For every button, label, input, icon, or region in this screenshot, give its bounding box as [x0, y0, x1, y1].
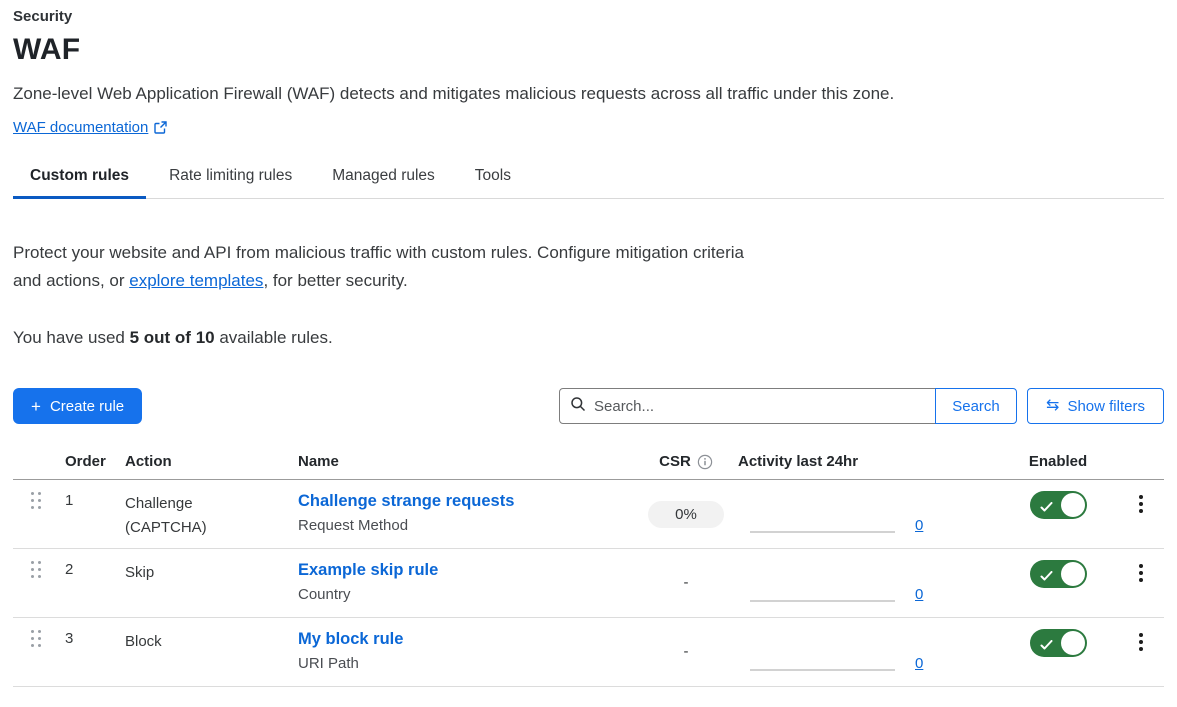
tab-rate-limiting-rules[interactable]: Rate limiting rules: [152, 167, 309, 198]
rule-row: 3 Block My block rule URI Path - 0: [13, 618, 1164, 687]
search-icon: [570, 396, 586, 417]
activity-sparkline: [750, 669, 895, 671]
rule-name-link[interactable]: Challenge strange requests: [298, 490, 514, 512]
rule-row: 1 Challenge (CAPTCHA) Challenge strange …: [13, 480, 1164, 549]
rule-order: 3: [65, 618, 125, 647]
csr-badge: 0%: [648, 501, 724, 528]
kebab-menu-icon[interactable]: [1133, 631, 1149, 653]
info-circle-icon[interactable]: [697, 454, 713, 470]
search-input[interactable]: [594, 398, 925, 415]
checkmark-icon: [1040, 500, 1053, 518]
enabled-toggle[interactable]: [1030, 491, 1087, 519]
rule-row: 2 Skip Example skip rule Country - 0: [13, 549, 1164, 618]
waf-documentation-link[interactable]: WAF documentation: [13, 119, 167, 136]
column-header-csr-label: CSR: [659, 453, 691, 470]
rule-order: 1: [65, 480, 125, 509]
toggle-knob: [1061, 631, 1085, 655]
create-rule-button[interactable]: + Create rule: [13, 388, 142, 424]
tabs: Custom rulesRate limiting rulesManaged r…: [13, 167, 1164, 199]
usage-count: 5 out of 10: [130, 328, 215, 347]
swap-arrows-icon: ⇆: [1046, 398, 1059, 414]
rule-activity-cell: 0: [738, 618, 944, 686]
waf-documentation-link-label: WAF documentation: [13, 119, 148, 136]
csr-dash: -: [684, 574, 689, 591]
rule-action: Block: [125, 618, 298, 654]
rule-name-link[interactable]: Example skip rule: [298, 559, 438, 581]
rule-name-cell: Example skip rule Country: [298, 549, 634, 605]
tab-managed-rules[interactable]: Managed rules: [315, 167, 452, 198]
search-button[interactable]: Search: [935, 388, 1017, 424]
page-description: Zone-level Web Application Firewall (WAF…: [13, 84, 1164, 104]
tab-tools[interactable]: Tools: [458, 167, 528, 198]
activity-count-link[interactable]: 0: [915, 587, 923, 602]
activity-count-link[interactable]: 0: [915, 656, 923, 671]
checkmark-icon: [1040, 638, 1053, 656]
rule-action: Challenge (CAPTCHA): [125, 480, 298, 540]
column-header-activity: Activity last 24hr: [738, 453, 944, 470]
external-link-icon: [154, 121, 167, 134]
search-box: [559, 388, 936, 424]
activity-sparkline: [750, 531, 895, 533]
csr-dash: -: [684, 643, 689, 660]
rules-toolbar: + Create rule Search ⇆ Show filt: [13, 388, 1164, 424]
usage-suffix: available rules.: [215, 328, 333, 347]
usage-prefix: You have used: [13, 328, 130, 347]
search-group: Search: [559, 388, 1017, 424]
breadcrumb: Security: [13, 8, 1164, 25]
intro-text: Protect your website and API from malici…: [13, 239, 748, 295]
column-header-enabled: Enabled: [1029, 453, 1087, 470]
usage-text: You have used 5 out of 10 available rule…: [13, 328, 1164, 348]
rules-table-header: Order Action Name CSR Activity last 24hr…: [13, 446, 1164, 480]
rule-name-cell: My block rule URI Path: [298, 618, 634, 674]
kebab-menu-icon[interactable]: [1133, 493, 1149, 515]
intro-text-after: , for better security.: [263, 271, 407, 290]
column-header-name: Name: [298, 453, 634, 470]
rule-csr-cell: -: [684, 574, 689, 592]
tab-custom-rules[interactable]: Custom rules: [13, 167, 146, 198]
show-filters-label: Show filters: [1067, 398, 1145, 415]
rule-order: 2: [65, 549, 125, 578]
checkmark-icon: [1040, 569, 1053, 587]
rules-table-body: 1 Challenge (CAPTCHA) Challenge strange …: [13, 480, 1164, 687]
toggle-knob: [1061, 562, 1085, 586]
show-filters-button[interactable]: ⇆ Show filters: [1027, 388, 1164, 424]
column-header-order: Order: [65, 453, 125, 470]
kebab-menu-icon[interactable]: [1133, 562, 1149, 584]
column-header-csr: CSR: [659, 453, 713, 470]
grip-dots-icon[interactable]: [31, 492, 43, 509]
rule-csr-cell: -: [684, 643, 689, 661]
enabled-toggle[interactable]: [1030, 629, 1087, 657]
rule-activity-cell: 0: [738, 480, 944, 548]
rule-expression-field: Country: [298, 585, 634, 605]
rule-enabled-cell: [1030, 629, 1087, 662]
grip-dots-icon[interactable]: [31, 561, 43, 578]
rule-expression-field: Request Method: [298, 516, 634, 536]
rule-action: Skip: [125, 549, 298, 585]
activity-count-link[interactable]: 0: [915, 518, 923, 533]
rule-enabled-cell: [1030, 560, 1087, 593]
rule-expression-field: URI Path: [298, 654, 634, 674]
enabled-toggle[interactable]: [1030, 560, 1087, 588]
rule-csr-cell: 0%: [648, 501, 724, 528]
rule-name-cell: Challenge strange requests Request Metho…: [298, 480, 634, 536]
column-header-action: Action: [125, 453, 298, 470]
toggle-knob: [1061, 493, 1085, 517]
page-title: WAF: [13, 33, 1164, 67]
rules-table: Order Action Name CSR Activity last 24hr…: [13, 446, 1164, 687]
rule-enabled-cell: [1030, 491, 1087, 524]
explore-templates-link[interactable]: explore templates: [129, 271, 263, 290]
rule-name-link[interactable]: My block rule: [298, 628, 403, 650]
plus-icon: +: [31, 398, 41, 415]
grip-dots-icon[interactable]: [31, 630, 43, 647]
create-rule-label: Create rule: [50, 398, 124, 415]
waf-page: Security WAF Zone-level Web Application …: [0, 0, 1177, 687]
rule-activity-cell: 0: [738, 549, 944, 617]
activity-sparkline: [750, 600, 895, 602]
